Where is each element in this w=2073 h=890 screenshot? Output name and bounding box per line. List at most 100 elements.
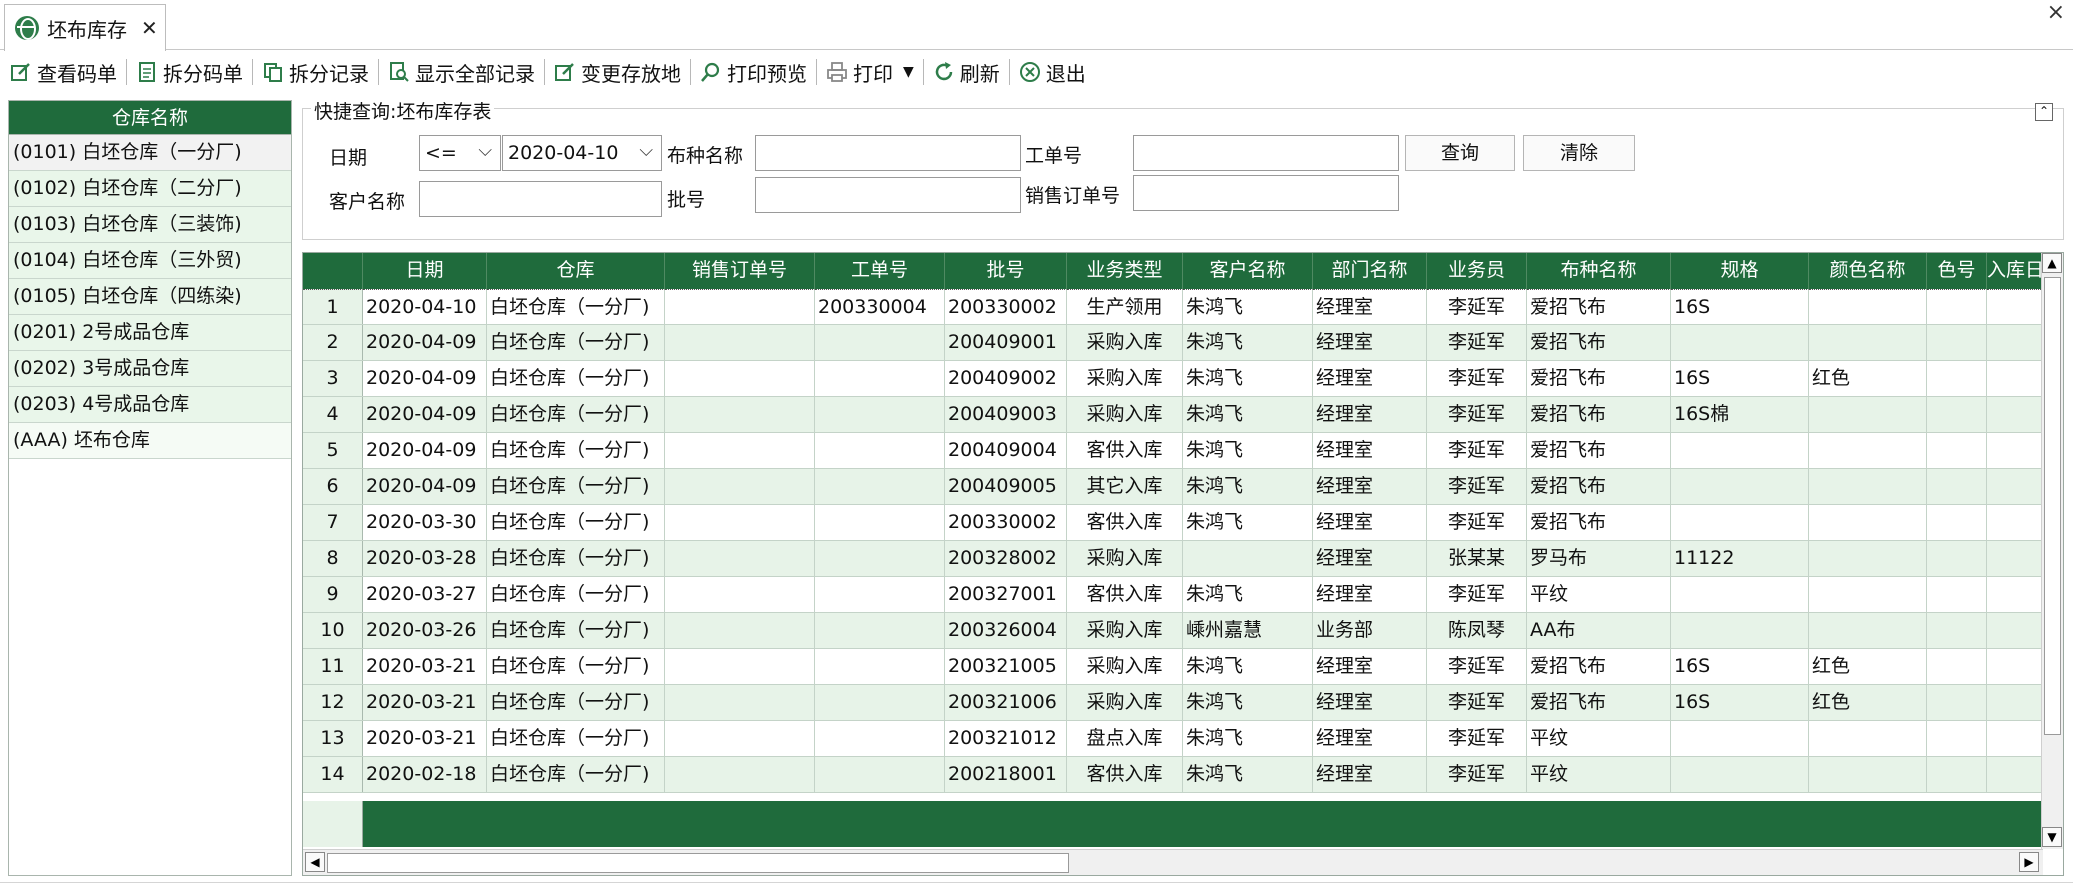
show-all-button[interactable]: 显示全部记录 [384, 55, 539, 89]
cell-date[interactable]: 2020-03-30 [363, 505, 487, 540]
cell-salesperson[interactable]: 李延军 [1427, 685, 1527, 720]
cell-department[interactable]: 经理室 [1313, 757, 1427, 792]
table-row[interactable]: 13 2020-03-21 白坯仓库（一分厂) 200321012 盘点入库 朱鸿飞 经理室… [303, 721, 2043, 757]
cell-warehouse[interactable]: 白坯仓库（一分厂) [487, 577, 665, 612]
collapse-icon[interactable]: ⌃ [2035, 103, 2053, 121]
cell-fabric[interactable]: 爱招飞布 [1527, 685, 1671, 720]
cell-department[interactable]: 业务部 [1313, 613, 1427, 648]
cell-in-date[interactable] [1987, 685, 2043, 720]
cell-color[interactable] [1809, 757, 1927, 792]
cell-salesperson[interactable]: 李延军 [1427, 361, 1527, 396]
table-row[interactable]: 7 2020-03-30 白坯仓库（一分厂) 200330002 客供入库 朱鸿飞 经理室李… [303, 505, 2043, 541]
cell-warehouse[interactable]: 白坯仓库（一分厂) [487, 757, 665, 792]
cell-business-type[interactable]: 客供入库 [1067, 505, 1183, 540]
cell-in-date[interactable] [1987, 757, 2043, 792]
table-row[interactable]: 5 2020-04-09 白坯仓库（一分厂) 200409004 客供入库 朱鸿飞 经理室李… [303, 433, 2043, 469]
cell-color-no[interactable] [1927, 433, 1987, 468]
table-row[interactable]: 3 2020-04-09 白坯仓库（一分厂) 200409002 采购入库 朱鸿飞 经理室李… [303, 361, 2043, 397]
cell-department[interactable]: 经理室 [1313, 505, 1427, 540]
cell-color[interactable] [1809, 469, 1927, 504]
cell-business-type[interactable]: 采购入库 [1067, 325, 1183, 360]
cell-business-type[interactable]: 采购入库 [1067, 397, 1183, 432]
cell-batch-no[interactable]: 200409003 [945, 397, 1067, 432]
cell-business-type[interactable]: 采购入库 [1067, 613, 1183, 648]
scroll-left-icon[interactable]: ◀ [305, 852, 325, 872]
scroll-up-icon[interactable]: ▲ [2042, 253, 2062, 273]
customer-name-input[interactable] [419, 181, 662, 217]
vertical-scrollbar[interactable]: ▲ ▼ [2041, 253, 2063, 849]
cell-color-no[interactable] [1927, 469, 1987, 504]
cell-warehouse[interactable]: 白坯仓库（一分厂) [487, 721, 665, 756]
cell-date[interactable]: 2020-03-21 [363, 649, 487, 684]
cell-job-no[interactable]: 200330004 [815, 289, 945, 324]
cell-customer[interactable]: 嵊州嘉慧 [1183, 613, 1313, 648]
cell-warehouse[interactable]: 白坯仓库（一分厂) [487, 505, 665, 540]
cell-color[interactable] [1809, 577, 1927, 612]
cell-in-date[interactable] [1987, 721, 2043, 756]
table-row[interactable]: 10 2020-03-26 白坯仓库（一分厂) 200326004 采购入库 嵊州嘉慧 业务… [303, 613, 2043, 649]
cell-sales-order-no[interactable] [665, 289, 815, 324]
cell-salesperson[interactable]: 李延军 [1427, 397, 1527, 432]
cell-date[interactable]: 2020-04-10 [363, 289, 487, 324]
fabric-name-input[interactable] [755, 135, 1021, 171]
cell-business-type[interactable]: 其它入库 [1067, 469, 1183, 504]
cell-job-no[interactable] [815, 361, 945, 396]
cell-color[interactable] [1809, 505, 1927, 540]
cell-batch-no[interactable]: 200330002 [945, 289, 1067, 324]
cell-job-no[interactable] [815, 721, 945, 756]
horizontal-scroll-thumb[interactable] [327, 853, 1069, 873]
cell-department[interactable]: 经理室 [1313, 361, 1427, 396]
column-header-department[interactable]: 部门名称 [1313, 253, 1427, 289]
window-close-icon[interactable]: × [2047, 0, 2065, 25]
cell-spec[interactable]: 16S [1671, 649, 1809, 684]
cell-batch-no[interactable]: 200328002 [945, 541, 1067, 576]
cell-color-no[interactable] [1927, 649, 1987, 684]
cell-department[interactable]: 经理室 [1313, 649, 1427, 684]
cell-color-no[interactable] [1927, 721, 1987, 756]
cell-business-type[interactable]: 采购入库 [1067, 685, 1183, 720]
table-row[interactable]: 1 2020-04-10 白坯仓库（一分厂) 200330004 200330002 生产… [303, 289, 2043, 325]
cell-warehouse[interactable]: 白坯仓库（一分厂) [487, 469, 665, 504]
cell-job-no[interactable] [815, 757, 945, 792]
cell-department[interactable]: 经理室 [1313, 325, 1427, 360]
table-row[interactable]: 12 2020-03-21 白坯仓库（一分厂) 200321006 采购入库 朱鸿飞 经理室… [303, 685, 2043, 721]
cell-warehouse[interactable]: 白坯仓库（一分厂) [487, 685, 665, 720]
cell-color-no[interactable] [1927, 289, 1987, 324]
cell-batch-no[interactable]: 200321012 [945, 721, 1067, 756]
table-row[interactable]: 4 2020-04-09 白坯仓库（一分厂) 200409003 采购入库 朱鸿飞 经理室李… [303, 397, 2043, 433]
cell-color[interactable]: 红色 [1809, 649, 1927, 684]
exit-button[interactable]: 退出 [1015, 55, 1090, 89]
cell-warehouse[interactable]: 白坯仓库（一分厂) [487, 289, 665, 324]
search-button[interactable]: 查询 [1405, 135, 1515, 171]
cell-spec[interactable] [1671, 757, 1809, 792]
cell-sales-order-no[interactable] [665, 325, 815, 360]
cell-date[interactable]: 2020-03-27 [363, 577, 487, 612]
cell-department[interactable]: 经理室 [1313, 721, 1427, 756]
cell-in-date[interactable] [1987, 505, 2043, 540]
cell-warehouse[interactable]: 白坯仓库（一分厂) [487, 613, 665, 648]
cell-batch-no[interactable]: 200330002 [945, 505, 1067, 540]
cell-business-type[interactable]: 采购入库 [1067, 541, 1183, 576]
column-header-batch-no[interactable]: 批号 [945, 253, 1067, 289]
cell-warehouse[interactable]: 白坯仓库（一分厂) [487, 649, 665, 684]
cell-in-date[interactable] [1987, 649, 2043, 684]
cell-job-no[interactable] [815, 649, 945, 684]
cell-warehouse[interactable]: 白坯仓库（一分厂) [487, 433, 665, 468]
cell-batch-no[interactable]: 200409001 [945, 325, 1067, 360]
cell-customer[interactable]: 朱鸿飞 [1183, 757, 1313, 792]
cell-sales-order-no[interactable] [665, 649, 815, 684]
cell-salesperson[interactable]: 李延军 [1427, 649, 1527, 684]
column-header-spec[interactable]: 规格 [1671, 253, 1809, 289]
warehouse-item[interactable]: (0203) 4号成品仓库 [9, 387, 291, 423]
date-operator-select[interactable]: <= [419, 134, 501, 171]
cell-department[interactable]: 经理室 [1313, 397, 1427, 432]
cell-salesperson[interactable]: 李延军 [1427, 469, 1527, 504]
column-header-business-type[interactable]: 业务类型 [1067, 253, 1183, 289]
column-header-color-no[interactable]: 色号 [1927, 253, 1987, 289]
cell-fabric[interactable]: 爱招飞布 [1527, 433, 1671, 468]
column-header-warehouse[interactable]: 仓库 [487, 253, 665, 289]
cell-date[interactable]: 2020-03-28 [363, 541, 487, 576]
cell-salesperson[interactable]: 张某某 [1427, 541, 1527, 576]
cell-date[interactable]: 2020-03-21 [363, 685, 487, 720]
cell-in-date[interactable] [1987, 289, 2043, 324]
